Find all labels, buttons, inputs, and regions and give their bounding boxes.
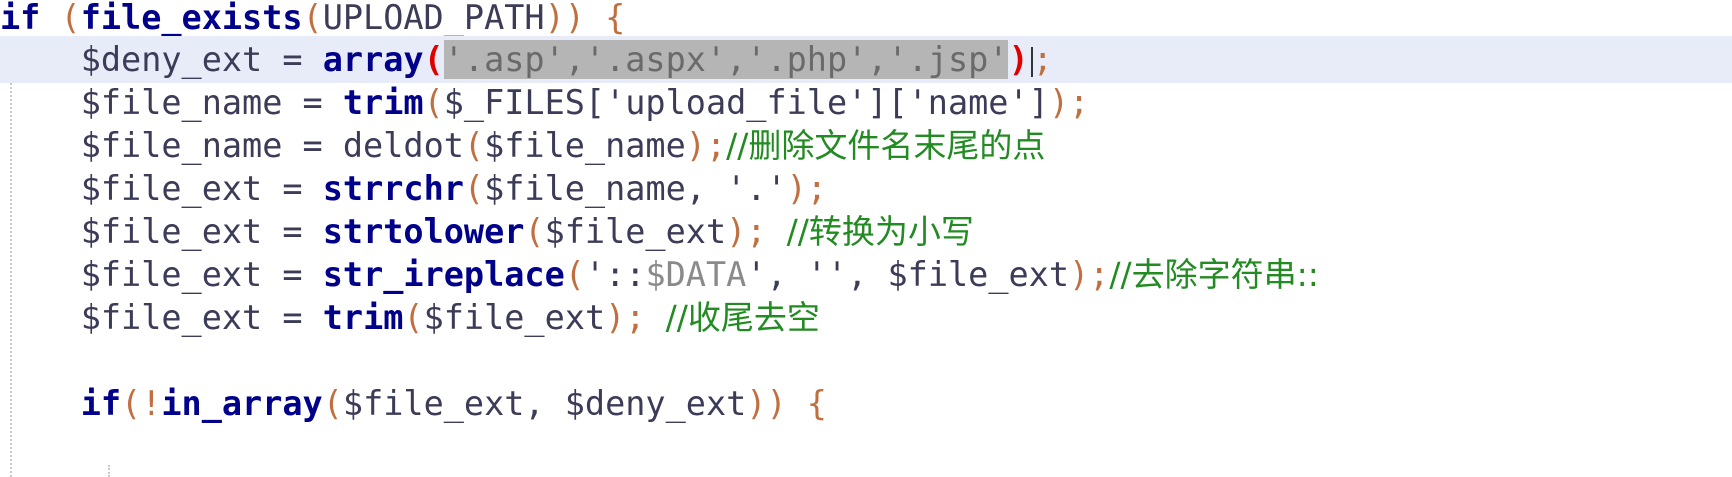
semicolon: ;: [1089, 255, 1110, 294]
code-line-8[interactable]: $file_ext = trim($file_ext); //收尾去空: [0, 294, 1732, 341]
paren: (: [322, 384, 343, 423]
function-in-array: in_array: [161, 384, 323, 423]
comment: //收尾去空: [665, 298, 820, 337]
argument: $_FILES['upload_file']['name']: [443, 83, 1049, 122]
semicolon: ;: [1068, 83, 1090, 122]
function-file-exists: file_exists: [80, 0, 303, 37]
matching-paren-close: ): [1008, 40, 1029, 79]
argument: $file_name, '.': [484, 169, 787, 208]
code-line-3[interactable]: $file_name = trim($_FILES['upload_file']…: [0, 79, 1732, 126]
code-line-4[interactable]: $file_name = deldot($file_name);//删除文件名末…: [0, 122, 1732, 169]
operator: =: [262, 169, 323, 208]
variable-file-ext: $file_ext: [80, 298, 263, 337]
paren: (!: [121, 384, 162, 423]
argument: $file_name: [484, 126, 686, 165]
function-strtolower: strtolower: [322, 212, 525, 251]
brace: {: [786, 384, 827, 423]
code-line-9-empty[interactable]: [0, 337, 1732, 384]
operator: =: [282, 126, 343, 165]
comment: //去除字符串::: [1109, 255, 1319, 294]
code-line-2-current[interactable]: $deny_ext = array('.asp','.aspx','.php',…: [0, 36, 1732, 83]
selected-text[interactable]: '.asp','.aspx','.php','.jsp': [443, 40, 1009, 79]
semicolon: ;: [806, 169, 827, 208]
paren: ): [1069, 255, 1090, 294]
paren: (: [564, 255, 585, 294]
matching-paren-open: (: [423, 40, 444, 79]
paren: ): [685, 126, 706, 165]
variable-file-ext: $file_ext: [80, 169, 263, 208]
paren: (: [302, 0, 323, 37]
variable-file-ext: $file_ext: [80, 255, 263, 294]
function-array: array: [322, 40, 424, 79]
function-deldot: deldot: [342, 126, 464, 165]
paren: (: [403, 298, 424, 337]
argument: $file_ext: [423, 298, 606, 337]
operator: =: [262, 212, 323, 251]
code-line-10[interactable]: if(!in_array($file_ext, $deny_ext)) {: [0, 380, 1732, 427]
paren: (: [524, 212, 545, 251]
indent-guide-inner: [108, 465, 110, 477]
paren: ): [605, 298, 626, 337]
function-str-ireplace: str_ireplace: [322, 255, 565, 294]
keyword-if: if: [0, 0, 41, 37]
semicolon: ;: [625, 298, 666, 337]
argument-data-stream: $DATA: [645, 255, 747, 294]
paren: (: [463, 126, 485, 165]
code-editor[interactable]: if (file_exists(UPLOAD_PATH)) { $deny_ex…: [0, 0, 1732, 477]
comment: //转换为小写: [786, 212, 974, 251]
paren: (: [423, 83, 444, 122]
operator: =: [262, 298, 323, 337]
operator: =: [262, 255, 323, 294]
function-trim: trim: [342, 83, 424, 122]
argument: $file_ext: [544, 212, 727, 251]
code-line-7[interactable]: $file_ext = str_ireplace('::$DATA', '', …: [0, 251, 1732, 298]
argument: $file_ext, $deny_ext: [342, 384, 747, 423]
argument: '::: [584, 255, 646, 294]
constant-upload-path: UPLOAD_PATH: [322, 0, 545, 37]
keyword-if: if: [80, 384, 122, 423]
code-line-1[interactable]: if (file_exists(UPLOAD_PATH)) {: [0, 0, 1732, 41]
variable-file-name: $file_name: [80, 83, 283, 122]
paren: ): [726, 212, 747, 251]
function-trim: trim: [322, 298, 404, 337]
variable-file-ext: $file_ext: [80, 212, 263, 251]
code-line-6[interactable]: $file_ext = strtolower($file_ext); //转换为…: [0, 208, 1732, 255]
variable-file-name: $file_name: [80, 126, 283, 165]
function-strrchr: strrchr: [322, 169, 464, 208]
paren: )): [746, 384, 787, 423]
operator: =: [282, 83, 343, 122]
paren: (: [60, 0, 81, 37]
semicolon: ;: [1032, 40, 1053, 79]
paren: ): [1048, 83, 1069, 122]
operator: =: [262, 40, 323, 79]
code-line-5[interactable]: $file_ext = strrchr($file_name, '.');: [0, 165, 1732, 212]
paren: (: [463, 169, 485, 208]
paren: )): [544, 0, 585, 37]
semicolon: ;: [746, 212, 787, 251]
argument: ', '', $file_ext: [746, 255, 1069, 294]
comment: //删除文件名末尾的点: [726, 126, 1046, 165]
semicolon: ;: [705, 126, 727, 165]
paren: ): [786, 169, 807, 208]
variable-deny-ext: $deny_ext: [80, 40, 263, 79]
brace: {: [584, 0, 626, 37]
